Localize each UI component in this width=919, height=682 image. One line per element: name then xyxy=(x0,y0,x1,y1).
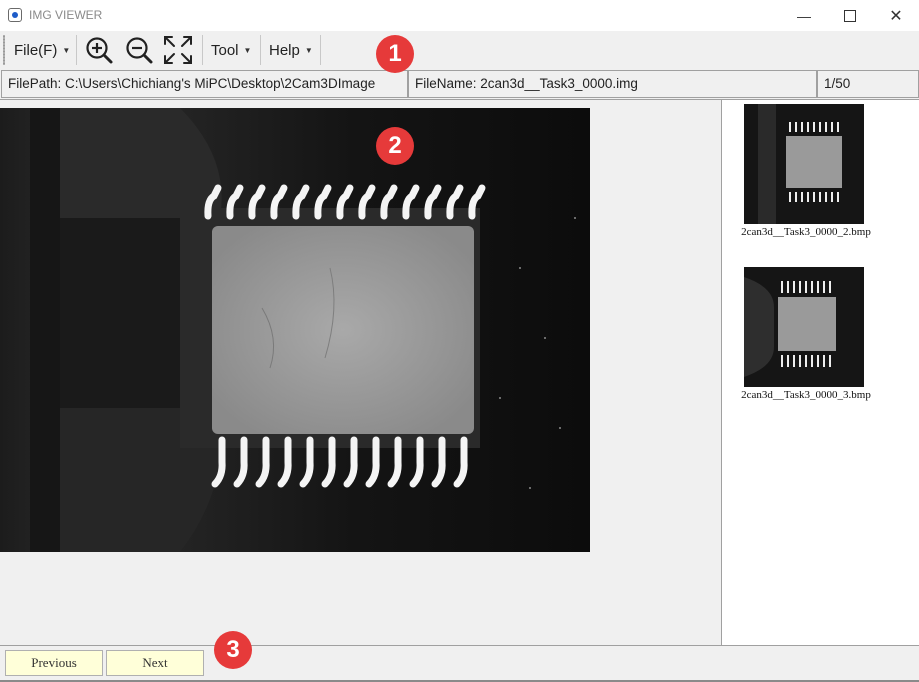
zoom-out-icon[interactable] xyxy=(123,34,155,66)
tool-menu-label: Tool xyxy=(211,41,239,59)
path-bar: FilePath: C:\Users\Chichiang's MiPC\Desk… xyxy=(0,69,919,99)
chevron-down-icon: ▼ xyxy=(62,45,71,55)
chip-image xyxy=(0,108,590,552)
toolbar-grip xyxy=(3,35,5,65)
minimize-icon: — xyxy=(797,7,811,24)
tool-menu[interactable]: Tool ▼ xyxy=(211,36,251,64)
title-bar: IMG VIEWER — ✕ xyxy=(0,0,919,31)
maximize-icon xyxy=(844,9,856,22)
navigation-bar: Previous Next xyxy=(0,645,919,682)
maximize-button[interactable] xyxy=(827,0,873,31)
annotation-badge: 1 xyxy=(376,35,414,73)
thumbnail-image xyxy=(744,104,864,224)
chevron-down-icon: ▼ xyxy=(243,45,252,55)
toolbar-separator xyxy=(76,35,77,65)
previous-button[interactable]: Previous xyxy=(5,650,103,676)
app-icon xyxy=(8,8,22,22)
toolbar: File(F) ▼ Tool ▼ Help ▼ xyxy=(0,31,919,69)
toolbar-separator xyxy=(202,35,203,65)
annotation-badge: 3 xyxy=(214,631,252,669)
chevron-down-icon: ▼ xyxy=(304,45,313,55)
thumbnail-image xyxy=(744,267,864,387)
page-counter: 1/50 xyxy=(817,70,919,98)
help-menu[interactable]: Help ▼ xyxy=(269,36,313,64)
toolbar-separator xyxy=(320,35,321,65)
thumbnail-caption: 2can3d__Task3_0000_2.bmp xyxy=(741,226,871,238)
minimize-button[interactable]: — xyxy=(781,0,827,31)
image-viewport[interactable] xyxy=(0,100,720,645)
file-path-label: FilePath: C:\Users\Chichiang's MiPC\Desk… xyxy=(1,70,408,98)
toolbar-separator xyxy=(260,35,261,65)
window-title: IMG VIEWER xyxy=(29,8,103,22)
fit-to-window-icon[interactable] xyxy=(162,34,194,66)
file-name-label: FileName: 2can3d__Task3_0000.img xyxy=(408,70,817,98)
close-icon: ✕ xyxy=(889,7,903,25)
file-menu-label: File(F) xyxy=(14,41,58,59)
close-button[interactable]: ✕ xyxy=(873,0,919,31)
annotation-badge: 2 xyxy=(376,127,414,165)
help-menu-label: Help xyxy=(269,41,300,59)
next-button[interactable]: Next xyxy=(106,650,204,676)
file-menu[interactable]: File(F) ▼ xyxy=(14,36,70,64)
thumbnail-panel: 2can3d__Task3_0000_2.bmp 2can3d__Task3_0… xyxy=(721,100,919,645)
zoom-in-icon[interactable] xyxy=(83,34,115,66)
thumbnail-caption: 2can3d__Task3_0000_3.bmp xyxy=(741,389,871,401)
